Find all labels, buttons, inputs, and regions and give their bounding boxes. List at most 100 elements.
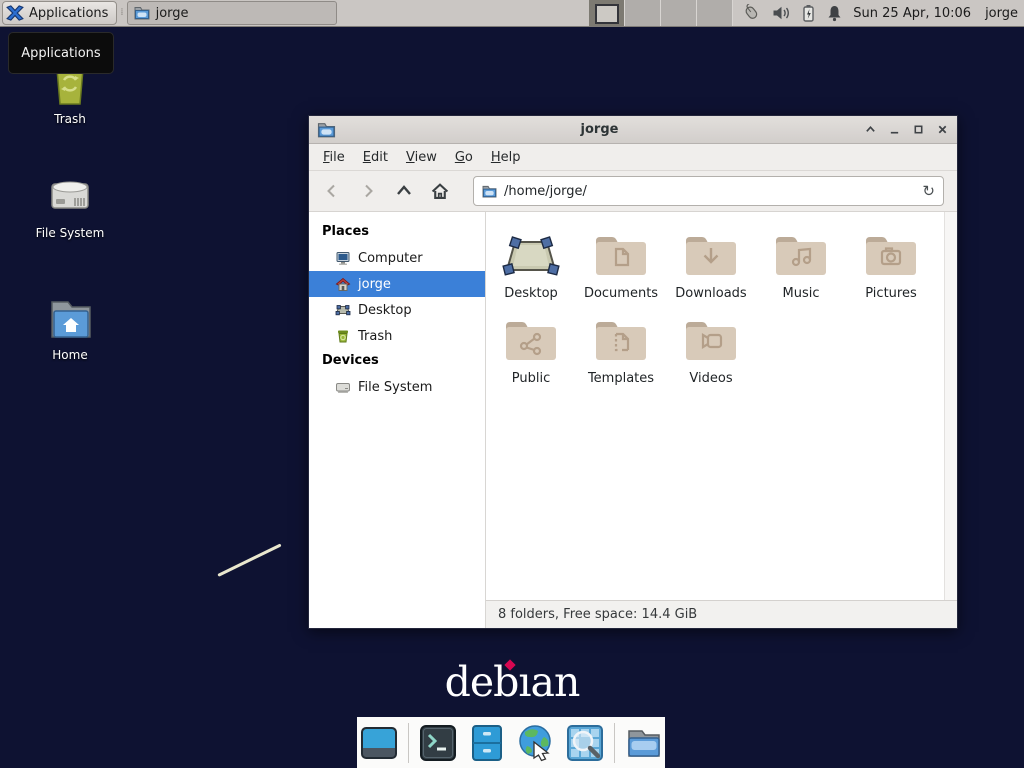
home-button[interactable] — [425, 177, 455, 205]
desktop-icon-home[interactable]: Home — [8, 294, 132, 362]
shade-button[interactable] — [863, 123, 877, 137]
mouse-icon[interactable] — [741, 4, 761, 22]
debian-logo: debıan — [0, 658, 1024, 706]
path-input[interactable]: /home/jorge/ — [504, 184, 915, 199]
up-button[interactable] — [389, 177, 419, 205]
window-folder-icon — [317, 122, 336, 138]
home-icon — [335, 276, 351, 292]
tooltip-text: Applications — [21, 46, 100, 61]
sidebar-item-jorge[interactable]: jorge — [309, 271, 485, 297]
folder-launcher[interactable] — [624, 723, 664, 763]
file-item-public[interactable]: Public — [486, 313, 576, 386]
username-button[interactable]: jorge — [985, 6, 1018, 21]
menu-go[interactable]: Go — [446, 150, 482, 165]
file-item-label: Music — [783, 286, 820, 301]
computer-icon — [335, 250, 351, 266]
file-item-label: Public — [512, 371, 550, 386]
sidebar-item-computer[interactable]: Computer — [309, 245, 485, 271]
close-button[interactable] — [935, 123, 949, 137]
templates-folder-icon — [593, 318, 649, 364]
reload-icon[interactable]: ↻ — [922, 184, 935, 199]
file-item-label: Templates — [588, 371, 654, 386]
notification-bell-icon[interactable] — [826, 4, 843, 22]
path-folder-icon — [482, 185, 497, 198]
sidebar-item-desktop[interactable]: Desktop — [309, 297, 485, 323]
app-finder-launcher[interactable] — [565, 723, 605, 763]
workspace-4[interactable] — [697, 0, 733, 26]
workspace-2[interactable] — [625, 0, 661, 26]
sidebar-header-devices: Devices — [309, 349, 485, 374]
file-item-pictures[interactable]: Pictures — [846, 228, 936, 301]
file-manager-launcher[interactable] — [467, 723, 507, 763]
file-item-documents[interactable]: Documents — [576, 228, 666, 301]
window-title: jorge — [336, 122, 863, 137]
stray-line — [217, 543, 281, 576]
system-tray — [741, 4, 843, 22]
pictures-folder-icon — [863, 233, 919, 279]
back-button[interactable] — [317, 177, 347, 205]
status-text: 8 folders, Free space: 14.4 GiB — [498, 607, 697, 622]
file-manager-window: jorge File Edit View Go Help — [308, 115, 958, 629]
desktop-icon-label: Home — [52, 348, 87, 362]
clock[interactable]: Sun 25 Apr, 10:06 — [853, 6, 971, 21]
menu-help[interactable]: Help — [482, 150, 530, 165]
file-item-music[interactable]: Music — [756, 228, 846, 301]
sidebar-item-trash[interactable]: Trash — [309, 323, 485, 349]
desktop-icon-file-system[interactable]: File System — [8, 172, 132, 240]
files-area: Desktop Documents — [486, 212, 957, 600]
workspace-window-mini — [595, 4, 619, 24]
web-browser-icon — [517, 724, 555, 762]
dock — [357, 717, 665, 768]
applications-menu-label: Applications — [29, 6, 108, 21]
workspace-3[interactable] — [661, 0, 697, 26]
toolbar: /home/jorge/ ↻ — [309, 171, 957, 212]
home-folder-icon — [44, 294, 96, 342]
taskbar-window-button[interactable]: jorge — [127, 1, 337, 25]
status-bar: 8 folders, Free space: 14.4 GiB — [486, 600, 957, 628]
xfce-x-icon — [6, 4, 24, 22]
desktop-icon — [335, 302, 351, 318]
battery-charging-icon[interactable] — [802, 4, 815, 22]
forward-button[interactable] — [353, 177, 383, 205]
file-item-templates[interactable]: Templates — [576, 313, 666, 386]
sidebar-item-label: jorge — [358, 277, 391, 292]
sidebar-item-label: Trash — [358, 329, 392, 344]
web-browser-launcher[interactable] — [516, 723, 556, 763]
show-desktop-launcher[interactable] — [359, 723, 399, 763]
music-folder-icon — [773, 233, 829, 279]
file-cabinet-icon — [468, 724, 506, 762]
workspace-switcher — [589, 0, 733, 26]
applications-tooltip: Applications — [8, 32, 114, 74]
file-item-desktop[interactable]: Desktop — [486, 228, 576, 301]
sidebar: Places Computer — [309, 212, 486, 628]
desktop: Trash File System Home — [0, 0, 1024, 768]
show-desktop-icon — [360, 724, 398, 762]
minimize-button[interactable] — [887, 123, 901, 137]
volume-icon[interactable] — [772, 5, 791, 21]
file-item-videos[interactable]: Videos — [666, 313, 756, 386]
sidebar-item-file-system[interactable]: File System — [309, 374, 485, 400]
menu-edit[interactable]: Edit — [354, 150, 397, 165]
file-item-label: Documents — [584, 286, 658, 301]
menu-view[interactable]: View — [397, 150, 446, 165]
panel-grip[interactable]: ⁞ — [120, 9, 123, 17]
vertical-scrollbar[interactable] — [944, 212, 957, 600]
maximize-button[interactable] — [911, 123, 925, 137]
dock-separator — [614, 723, 615, 763]
window-titlebar[interactable]: jorge — [309, 116, 957, 144]
terminal-launcher[interactable] — [418, 723, 458, 763]
dock-separator — [408, 723, 409, 763]
path-bar[interactable]: /home/jorge/ ↻ — [473, 176, 944, 206]
menu-file[interactable]: File — [314, 150, 354, 165]
top-panel: Applications ⁞ jorge — [0, 0, 1024, 27]
workspace-1[interactable] — [589, 0, 625, 26]
taskbar-window-label: jorge — [156, 6, 189, 21]
applications-menu-button[interactable]: Applications — [2, 1, 117, 25]
sidebar-item-label: File System — [358, 380, 432, 395]
terminal-icon — [419, 724, 457, 762]
desktop-icon-label: Trash — [54, 112, 86, 126]
file-item-label: Pictures — [865, 286, 916, 301]
file-item-downloads[interactable]: Downloads — [666, 228, 756, 301]
file-item-label: Desktop — [504, 286, 558, 301]
open-folder-icon — [625, 724, 663, 762]
